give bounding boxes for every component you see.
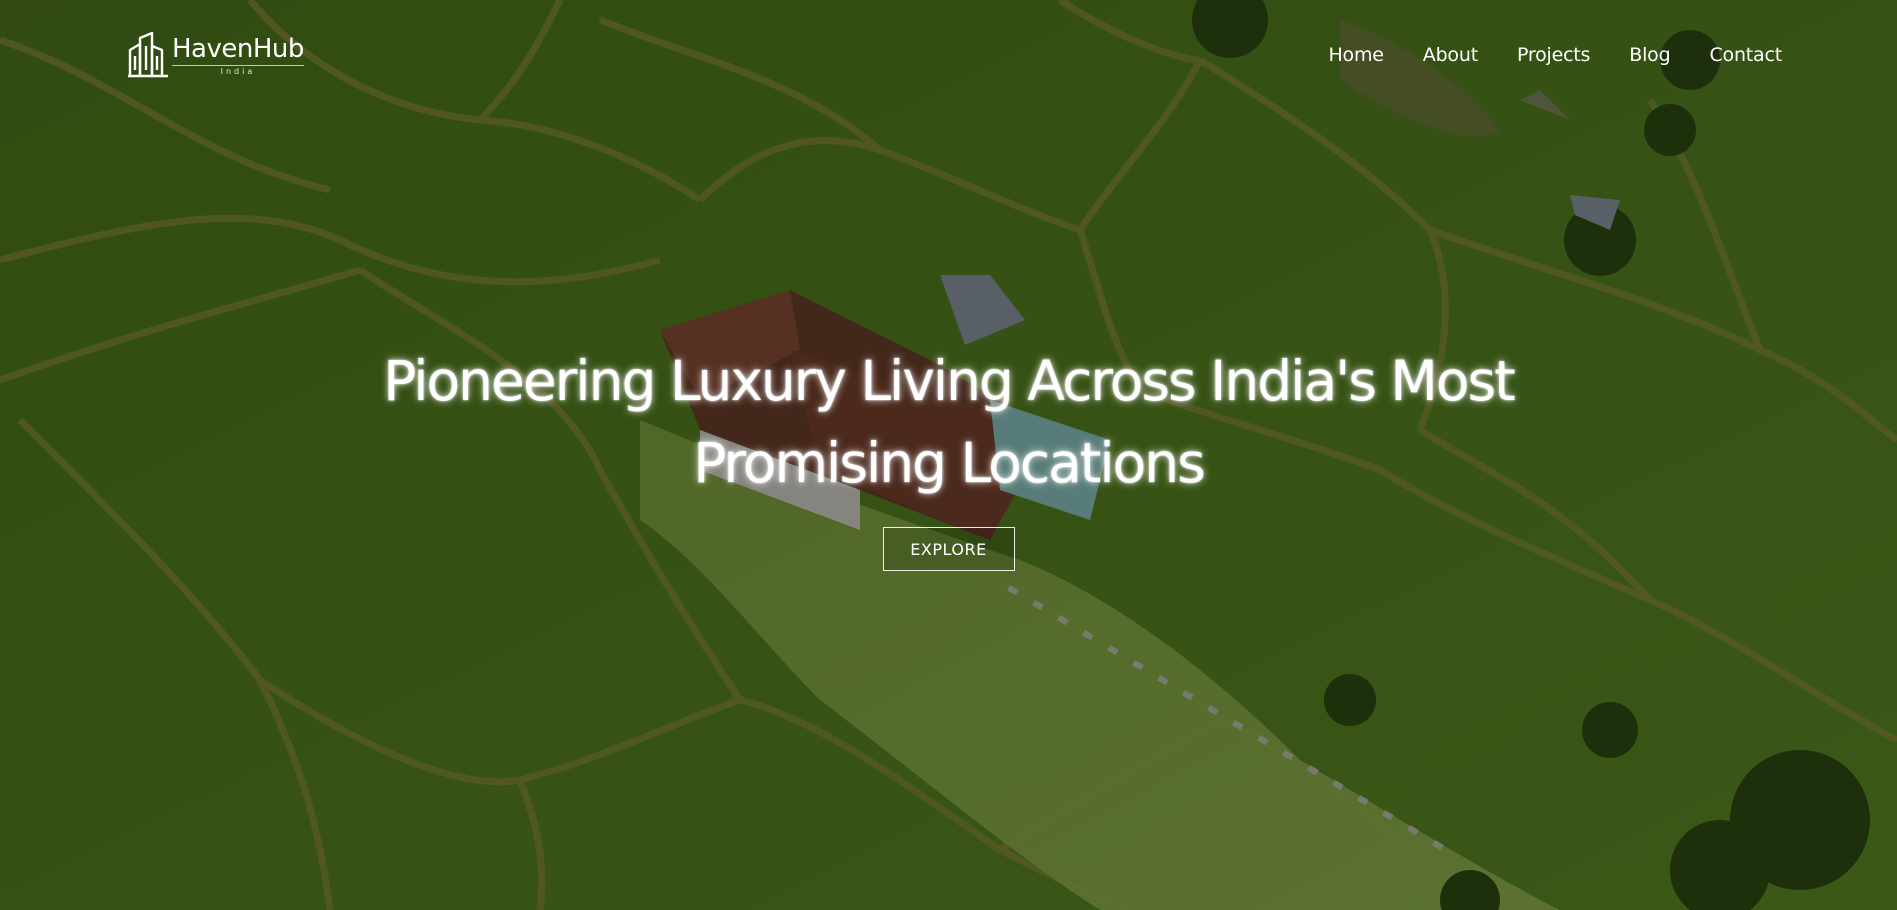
main-nav: Home About Projects Blog Contact: [1328, 44, 1782, 66]
hero-title: Pioneering Luxury Living Across India's …: [329, 340, 1569, 504]
nav-item-projects[interactable]: Projects: [1517, 44, 1591, 66]
nav-item-blog[interactable]: Blog: [1629, 44, 1670, 66]
hero-title-line-2: Promising Locations: [693, 431, 1206, 495]
brand-name: HavenHub: [172, 34, 304, 64]
buildings-icon: [128, 32, 168, 78]
hero-content: Pioneering Luxury Living Across India's …: [0, 340, 1897, 571]
brand-tagline: India: [172, 65, 304, 76]
hero-section: HavenHub India Home About Projects Blog …: [0, 0, 1897, 910]
nav-item-home[interactable]: Home: [1328, 44, 1384, 66]
brand-wordmark: HavenHub India: [172, 34, 304, 76]
site-header: HavenHub India Home About Projects Blog …: [0, 0, 1897, 110]
nav-item-about[interactable]: About: [1423, 44, 1478, 66]
brand-logo[interactable]: HavenHub India: [128, 32, 304, 78]
nav-item-contact[interactable]: Contact: [1709, 44, 1782, 66]
hero-title-line-1: Pioneering Luxury Living Across India's …: [383, 349, 1515, 413]
explore-button[interactable]: EXPLORE: [882, 527, 1015, 571]
